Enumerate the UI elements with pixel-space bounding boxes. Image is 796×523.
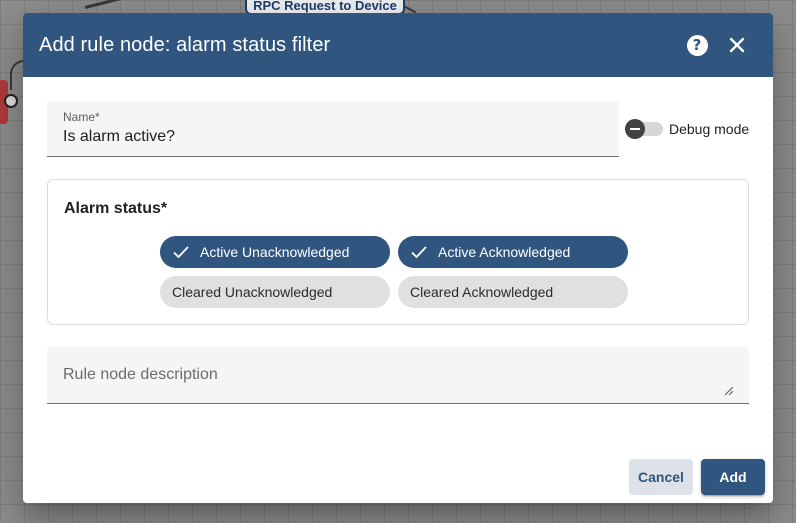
debug-mode-toggle[interactable]: Debug mode — [625, 119, 750, 139]
connection-line — [84, 0, 159, 9]
chip-cleared-acknowledged[interactable]: Cleared Acknowledged — [398, 276, 628, 308]
chip-label: Active Unacknowledged — [200, 244, 350, 260]
chip-label: Active Acknowledged — [438, 244, 571, 260]
alarm-status-title: Alarm status* — [64, 200, 168, 217]
node-port[interactable] — [4, 94, 18, 108]
add-rule-node-dialog: Add rule node: alarm status filter ? Nam… — [23, 13, 773, 503]
toggle-thumb[interactable] — [625, 119, 645, 139]
dialog-header: Add rule node: alarm status filter ? — [23, 13, 773, 77]
name-input[interactable]: Is alarm active? — [63, 128, 175, 146]
dialog-title: Add rule node: alarm status filter — [39, 33, 331, 56]
chip-active-unacknowledged[interactable]: Active Unacknowledged — [160, 236, 390, 268]
description-placeholder: Rule node description — [63, 366, 218, 383]
name-label: Name* — [63, 110, 100, 124]
dialog-actions: Cancel Add — [629, 459, 765, 495]
toggle-track[interactable] — [625, 119, 663, 139]
chip-cleared-unacknowledged[interactable]: Cleared Unacknowledged — [160, 276, 390, 308]
close-button[interactable] — [717, 25, 757, 65]
resize-grip-icon[interactable] — [725, 387, 733, 395]
help-button[interactable]: ? — [677, 25, 717, 65]
description-field[interactable]: Rule node description — [47, 347, 749, 404]
chip-label: Cleared Unacknowledged — [172, 284, 333, 300]
alarm-status-section: Alarm status* Active Unacknowledged Acti… — [47, 179, 749, 325]
alarm-status-chips: Active Unacknowledged Active Acknowledge… — [160, 236, 630, 308]
name-field[interactable]: Name* Is alarm active? — [47, 101, 619, 157]
check-icon — [172, 243, 190, 261]
check-icon — [410, 243, 428, 261]
close-icon — [729, 37, 745, 53]
chip-active-acknowledged[interactable]: Active Acknowledged — [398, 236, 628, 268]
help-icon: ? — [686, 34, 708, 56]
chip-label: Cleared Acknowledged — [410, 284, 554, 300]
add-button[interactable]: Add — [701, 459, 765, 495]
debug-mode-label: Debug mode — [669, 121, 750, 137]
cancel-button[interactable]: Cancel — [629, 459, 693, 495]
connection-line — [10, 60, 24, 90]
